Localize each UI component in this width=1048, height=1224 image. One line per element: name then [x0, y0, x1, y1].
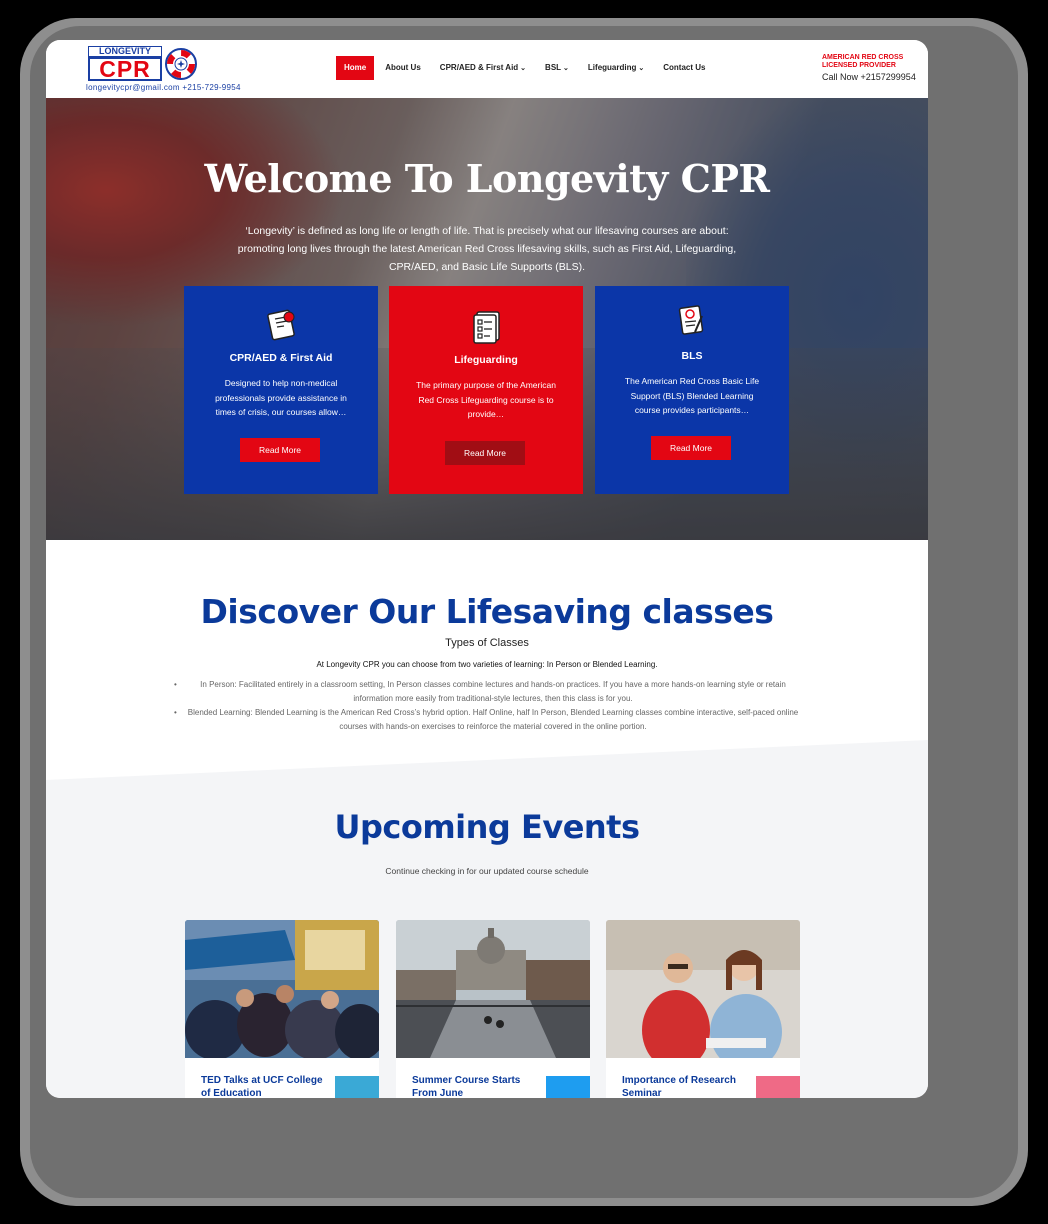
event-card[interactable]: Importance of Research Seminar 17: [606, 920, 800, 1098]
site-logo[interactable]: LONGEVITY CPR longevitycpr@gmail.com +21…: [86, 46, 241, 94]
classes-intro: At Longevity CPR you can choose from two…: [316, 660, 658, 669]
events-section: Upcoming Events Continue checking in for…: [46, 740, 928, 1098]
section-divider: [46, 740, 928, 780]
hero-description: ‘Longevity’ is defined as long life or l…: [237, 225, 737, 273]
events-subtitle: Continue checking in for our updated cou…: [385, 866, 589, 876]
site-header: LONGEVITY CPR longevitycpr@gmail.com +21…: [46, 40, 928, 98]
list-item: Blended Learning: Blended Learning is th…: [174, 706, 800, 734]
event-title: Importance of Research Seminar: [622, 1075, 736, 1098]
event-image: [185, 920, 379, 1058]
classes-section: Discover Our Lifesaving classes Types of…: [46, 540, 928, 770]
events-title: Upcoming Events: [334, 808, 640, 846]
card-text: Designed to help non-medical professiona…: [215, 378, 347, 417]
call-now-link[interactable]: Call Now +2157299954: [822, 72, 916, 82]
nav-label: BSL: [545, 63, 562, 72]
nav-label: Contact Us: [663, 63, 706, 72]
classes-subtitle: Types of Classes: [445, 637, 529, 649]
main-nav: Home About Us CPR/AED & First Aid ⌄ BSL ⌄ …: [336, 56, 716, 80]
logo-main-text: CPR: [88, 57, 162, 81]
event-date-badge: 8: [335, 1076, 379, 1098]
provider-block: AMERICAN RED CROSS LICENSED PROVIDER Cal…: [822, 54, 916, 82]
chevron-down-icon: ⌄: [520, 65, 527, 72]
nav-item-lifeguarding[interactable]: Lifeguarding ⌄: [580, 56, 652, 80]
read-more-button[interactable]: Read More: [651, 436, 731, 460]
nav-label: About Us: [385, 63, 421, 72]
event-card[interactable]: Summer Course Starts From June 10: [396, 920, 590, 1098]
nav-item-bsl[interactable]: BSL ⌄: [537, 56, 577, 80]
event-date-badge: 10: [546, 1076, 590, 1098]
nav-item-contact[interactable]: Contact Us: [655, 56, 713, 80]
nav-label: CPR/AED & First Aid: [439, 63, 519, 72]
provider-tag: AMERICAN RED CROSS LICENSED PROVIDER: [822, 54, 904, 69]
event-image: [606, 920, 800, 1058]
list-item: In Person: Facilitated entirely in a cla…: [174, 678, 800, 706]
lifebuoy-icon: [165, 48, 197, 80]
checklist-icon: [473, 311, 500, 344]
nav-item-cpr-aed[interactable]: CPR/AED & First Aid ⌄: [432, 56, 534, 80]
card-text: The primary purpose of the American Red …: [416, 380, 556, 419]
event-image: [396, 920, 590, 1058]
card-cpr-aed: CPR/AED & First Aid Designed to help non…: [184, 286, 378, 494]
read-more-button[interactable]: Read More: [240, 438, 320, 462]
nav-item-about[interactable]: About Us: [377, 56, 429, 80]
chevron-down-icon: ⌄: [638, 65, 645, 72]
card-title: CPR/AED & First Aid: [229, 352, 333, 364]
event-card[interactable]: TED Talks at UCF College of Education 8: [185, 920, 379, 1098]
chevron-down-icon: ⌄: [563, 65, 569, 72]
event-title: TED Talks at UCF College of Education: [201, 1075, 323, 1098]
card-title: Lifeguarding: [454, 354, 518, 366]
event-date-badge: 17: [756, 1076, 800, 1098]
hero-title: Welcome To Longevity CPR: [204, 156, 771, 201]
hero-section: Welcome To Longevity CPR ‘Longevity’ is …: [46, 98, 928, 540]
classes-title: Discover Our Lifesaving classes: [200, 592, 774, 631]
classes-list: In Person: Facilitated entirely in a cla…: [174, 678, 800, 734]
browser-screen: LONGEVITY CPR longevitycpr@gmail.com +21…: [46, 40, 928, 1098]
card-lifeguarding: Lifeguarding The primary purpose of the …: [389, 286, 583, 494]
card-bls: BLS The American Red Cross Basic Life Su…: [595, 286, 789, 494]
nav-item-home[interactable]: Home: [336, 56, 375, 80]
read-more-button[interactable]: Read More: [445, 441, 525, 465]
logo-contact-line: longevitycpr@gmail.com +215-729-9954: [86, 83, 241, 92]
card-text: The American Red Cross Basic Life Suppor…: [624, 376, 760, 415]
nav-label: Lifeguarding: [587, 63, 637, 72]
certificate-icon: [267, 309, 295, 341]
nav-label: Home: [344, 63, 367, 72]
card-title: BLS: [681, 350, 703, 362]
document-award-icon: [678, 305, 704, 335]
event-title: Summer Course Starts From June: [412, 1075, 521, 1098]
